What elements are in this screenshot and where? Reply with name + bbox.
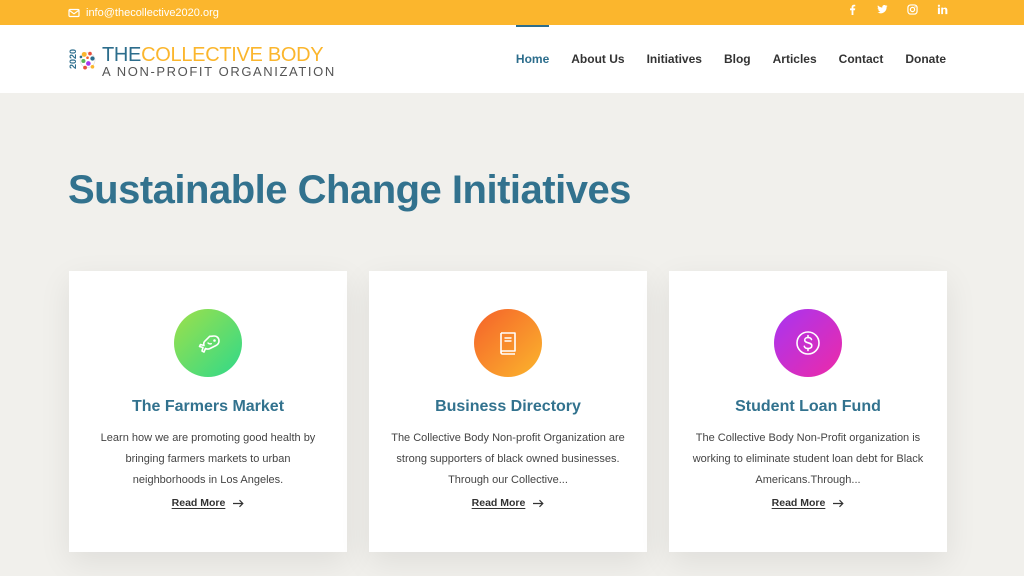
top-bar: info@thecollective2020.org [0,0,1024,25]
nav-item-about-us[interactable]: About Us [571,25,624,93]
read-more-label: Read More [471,497,526,509]
read-more-link[interactable]: Read More [69,497,347,509]
page-title: Sustainable Change Initiatives [68,168,631,212]
logo-emblem: 2020 [68,43,102,79]
fish-icon [198,335,220,353]
nav-item-contact[interactable]: Contact [839,25,884,93]
nav-item-donate[interactable]: Donate [905,25,946,93]
card-icon-circle [774,309,842,377]
site-logo[interactable]: 2020 THECOLLECTIVE BODY A NON-PROFIT ORG… [68,41,336,81]
arrow-right-icon [533,499,544,507]
card-title: The Farmers Market [131,398,285,415]
read-more-link[interactable]: Read More [369,497,647,509]
card-icon-circle [174,309,242,377]
logo-title: THECOLLECTIVE BODY [102,43,324,66]
instagram-icon[interactable] [906,4,918,15]
dollar-icon [796,331,820,355]
read-more-label: Read More [771,497,826,509]
contact-email[interactable]: info@thecollective2020.org [68,0,219,25]
arrow-right-icon [233,499,244,507]
logo-tagline: A NON-PROFIT ORGANIZATION [102,63,336,79]
arrow-right-icon [833,499,844,507]
initiative-card-business-directory: Business Directory The Collective Body N… [369,271,647,552]
nav-item-initiatives[interactable]: Initiatives [647,25,702,93]
logo-text: THECOLLECTIVE BODY A NON-PROFIT ORGANIZA… [102,45,336,78]
initiative-card-farmers-market: The Farmers Market Learn how we are prom… [69,271,347,552]
card-title: Student Loan Fund [735,398,881,415]
nav-item-home[interactable]: Home [515,25,550,93]
card-icon-circle [474,309,542,377]
linkedin-icon[interactable] [936,4,948,15]
social-links [846,0,948,19]
twitter-icon[interactable] [876,4,888,15]
contact-email-text: info@thecollective2020.org [86,6,219,19]
site-header: 2020 THECOLLECTIVE BODY A NON-PROFIT ORG… [0,25,1024,93]
card-description: The Collective Body Non-profit Organizat… [391,432,625,486]
card-description: Learn how we are promoting good health b… [100,432,316,486]
book-icon [500,332,516,355]
card-title: Business Directory [435,398,581,415]
read-more-link[interactable]: Read More [669,497,947,509]
initiative-card-student-loan-fund: Student Loan Fund The Collective Body No… [669,271,947,552]
envelope-icon [68,8,80,17]
nav-item-articles[interactable]: Articles [773,25,817,93]
card-description: The Collective Body Non-Profit organizat… [692,432,924,486]
facebook-icon[interactable] [846,4,858,15]
read-more-label: Read More [171,497,226,509]
nav-item-blog[interactable]: Blog [724,25,751,93]
main-nav: Home About Us Initiatives Blog Articles … [515,25,946,93]
